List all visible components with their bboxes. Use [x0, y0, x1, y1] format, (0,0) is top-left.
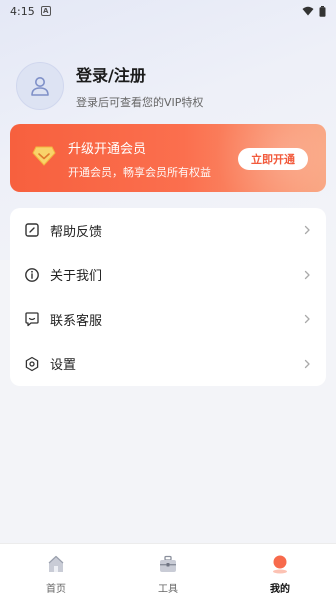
- status-right: [302, 5, 326, 17]
- info-icon: [24, 267, 40, 283]
- vip-title: 升级开通会员: [68, 142, 147, 157]
- menu-item-label: 关于我们: [50, 269, 103, 285]
- profile-icon: [270, 554, 290, 574]
- feedback-icon: [24, 222, 40, 238]
- chevron-right-icon: [302, 359, 312, 369]
- chat-icon: [24, 311, 40, 327]
- tab-home[interactable]: 首页: [0, 544, 112, 600]
- menu-item-label: 设置: [50, 358, 77, 374]
- status-time: 4:15: [10, 4, 35, 18]
- login-subtitle: 登录后可查看您的VIP特权: [76, 96, 204, 109]
- tab-label: 工具: [158, 584, 178, 595]
- menu-item-feedback[interactable]: 帮助反馈: [10, 208, 326, 253]
- settings-icon: [24, 356, 40, 372]
- status-bar: 4:15 A: [0, 0, 336, 22]
- tab-label: 首页: [46, 584, 66, 595]
- home-icon: [46, 554, 66, 574]
- login-register-link[interactable]: 登录/注册: [76, 62, 203, 86]
- notification-icon: A: [40, 6, 51, 16]
- toolbox-icon: [158, 554, 178, 574]
- avatar[interactable]: [16, 62, 64, 110]
- vip-diamond-icon: [32, 146, 56, 166]
- tab-label: 我的: [270, 584, 290, 595]
- user-icon: [31, 77, 49, 96]
- menu-item-label: 联系客服: [50, 313, 103, 329]
- menu-item-label: 帮助反馈: [50, 224, 103, 240]
- tab-tools[interactable]: 工具: [112, 544, 224, 600]
- vip-subtitle: 开通会员，畅享会员所有权益: [68, 166, 211, 179]
- battery-icon: [319, 5, 326, 17]
- profile-header[interactable]: 登录/注册 登录后可查看您的VIP特权: [16, 62, 203, 110]
- open-vip-button[interactable]: 立即开通: [238, 148, 308, 170]
- menu-item-about[interactable]: 关于我们: [10, 253, 326, 298]
- chevron-right-icon: [302, 314, 312, 324]
- menu-item-contact-support[interactable]: 联系客服: [10, 297, 326, 342]
- bottom-tab-bar: 首页 工具 我的: [0, 543, 336, 600]
- tab-profile[interactable]: 我的: [224, 544, 336, 600]
- chevron-right-icon: [302, 225, 312, 235]
- wifi-icon: [302, 6, 314, 16]
- chevron-right-icon: [302, 270, 312, 280]
- menu-item-settings[interactable]: 设置: [10, 342, 326, 387]
- menu-list: 帮助反馈 关于我们 联系客服 设置: [10, 208, 326, 386]
